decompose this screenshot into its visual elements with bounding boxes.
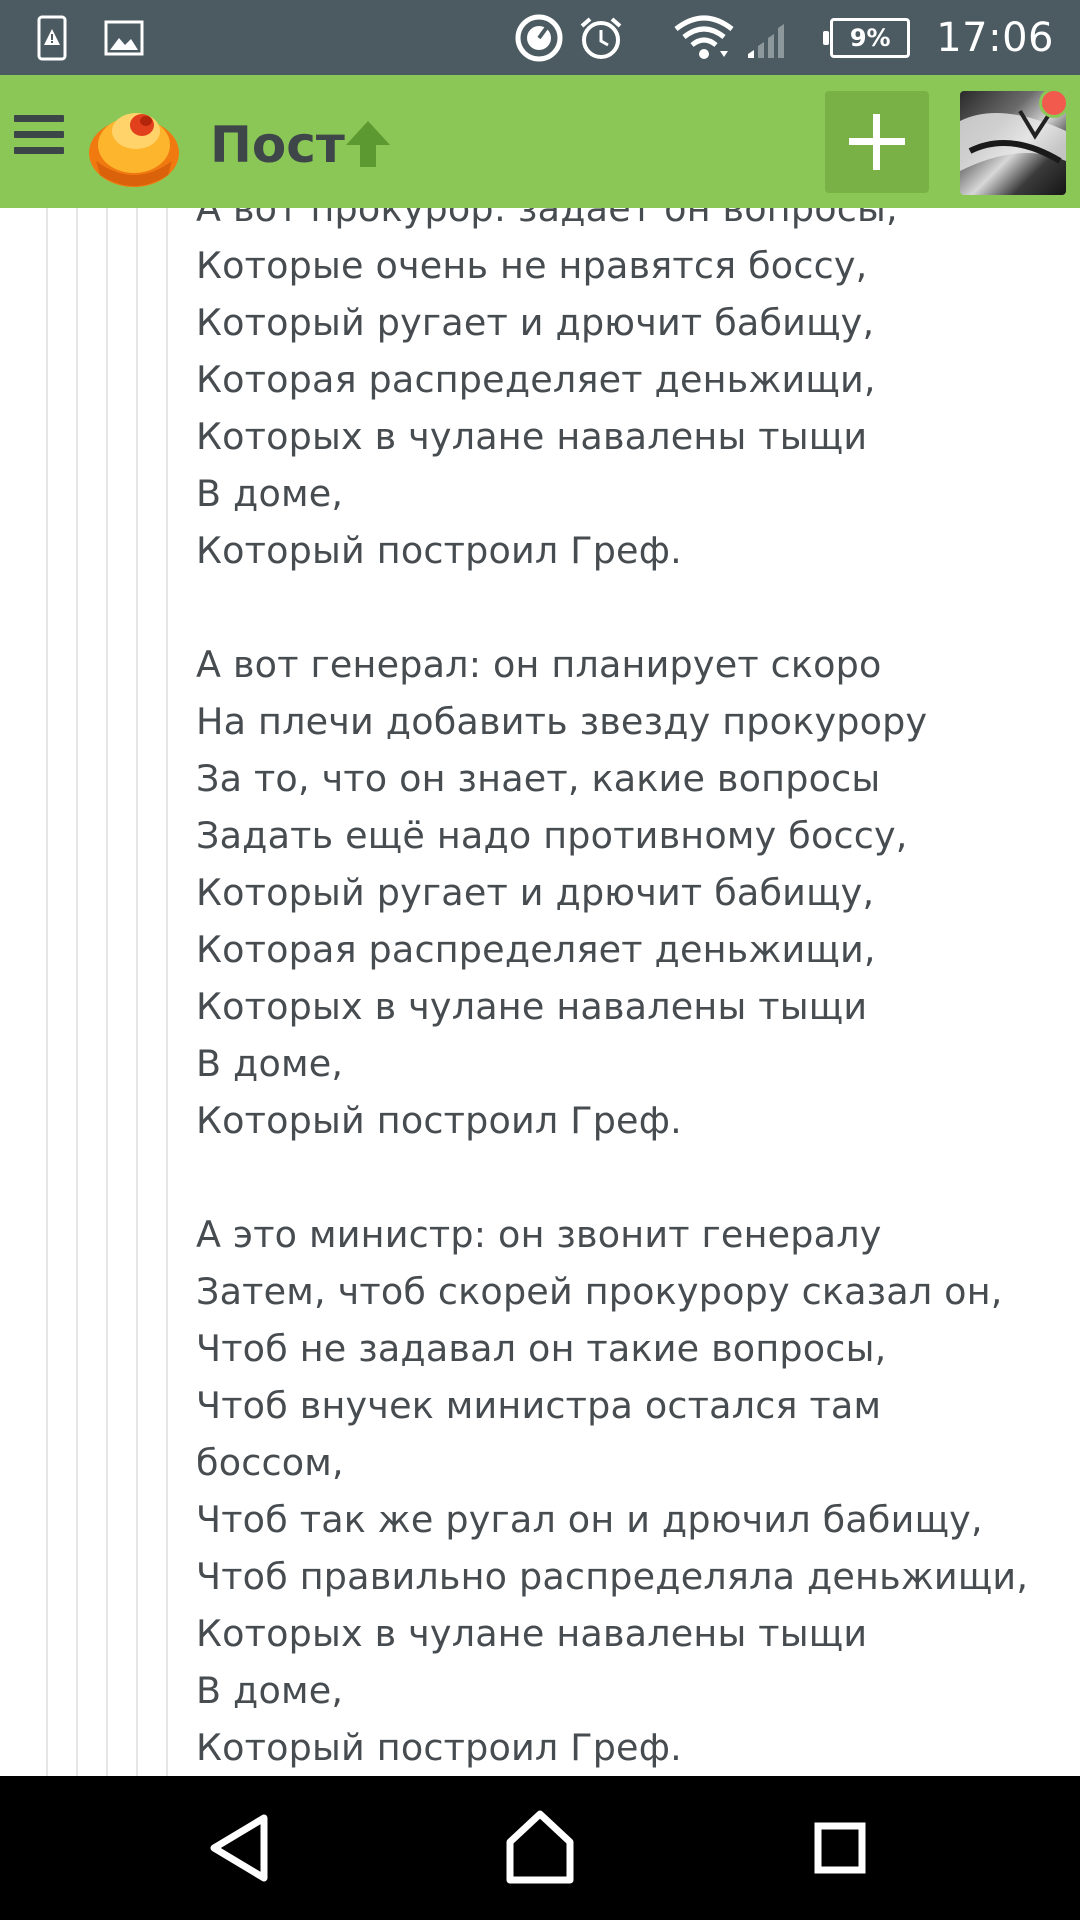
poem-line: Затем, чтоб скорей прокурору сказал он, [196, 1270, 1003, 1313]
page-title: Пост [210, 116, 345, 174]
alarm-icon [580, 16, 622, 59]
poem-line: Которых в чулане навалены тыщи [196, 985, 868, 1028]
gallery-icon [104, 20, 144, 56]
poem-line: В доме, [196, 472, 344, 515]
poem-line: За то, что он знает, какие вопросы [196, 757, 881, 800]
thread-line [136, 208, 138, 1776]
poem-line: Задать ещё надо противному боссу, [196, 814, 908, 857]
signal-icon [748, 23, 785, 58]
poem-line: Чтоб внучек министра остался там [196, 1384, 882, 1427]
poem-line: Который ругает и дрючит бабищу, [196, 301, 875, 344]
back-icon[interactable] [170, 1776, 310, 1920]
poem-line: Чтоб правильно распределяла деньжищи, [196, 1555, 1029, 1598]
thread-line [46, 208, 48, 1776]
poem-line: А вот прокурор: задает он вопросы, [196, 208, 898, 230]
poem-line: В доме, [196, 1042, 344, 1085]
poem-line: А вот генерал: он планирует скоро [196, 643, 882, 686]
poem-line: Который ругает и дрючит бабищу, [196, 871, 875, 914]
sim-alert-icon [37, 15, 67, 61]
thread-line [106, 208, 108, 1776]
thread-line [166, 208, 168, 1776]
notification-badge [1039, 88, 1069, 118]
app-bar: Пост [0, 75, 1080, 208]
poem-line: боссом, [196, 1441, 344, 1484]
battery-level: 9% [849, 23, 891, 52]
status-bar-right: 9% 17:06 [514, 0, 1054, 75]
arrow-up-icon[interactable] [344, 119, 392, 169]
poem-line: Которых в чулане навалены тыщи [196, 1612, 868, 1655]
clock: 17:06 [936, 14, 1054, 61]
data-saver-icon [515, 14, 563, 61]
poem-line: Которых в чулане навалены тыщи [196, 415, 868, 458]
post-content[interactable]: А вот прокурор: задает он вопросы, Котор… [0, 208, 1080, 1776]
add-post-button[interactable] [825, 91, 929, 193]
poem-line: Которые очень не нравятся боссу, [196, 244, 868, 287]
stanza-gap [196, 579, 1056, 636]
poem-line: А это министр: он звонит генералу [196, 1213, 882, 1256]
recents-icon[interactable] [770, 1776, 910, 1920]
poem-line: Которая распределяет деньжищи, [196, 358, 876, 401]
menu-icon[interactable] [14, 115, 64, 161]
poem-line: Который построил Греф. [196, 529, 682, 572]
wifi-icon [674, 15, 734, 59]
poem-line: Чтоб так же ругал он и дрючил бабищу, [196, 1498, 983, 1541]
battery-icon: 9% [823, 17, 911, 58]
poem-line: На плечи добавить звезду прокурору [196, 700, 928, 743]
navigation-bar [0, 1776, 1080, 1920]
stanza-gap [196, 1149, 1056, 1206]
thread-line [76, 208, 78, 1776]
poem-line: Чтоб не задавал он такие вопросы, [196, 1327, 887, 1370]
home-icon[interactable] [470, 1776, 610, 1920]
poem-line: В доме, [196, 1669, 344, 1712]
poem-line: Который построил Греф. [196, 1099, 682, 1142]
poem-line: Который построил Греф. [196, 1726, 682, 1769]
status-bar: 9% 17:06 [0, 0, 1080, 75]
comment-text: А вот прокурор: задает он вопросы, Котор… [196, 208, 1056, 1776]
pikabu-logo-icon[interactable] [84, 93, 184, 193]
poem-line: Которая распределяет деньжищи, [196, 928, 876, 971]
status-bar-left [36, 14, 144, 62]
